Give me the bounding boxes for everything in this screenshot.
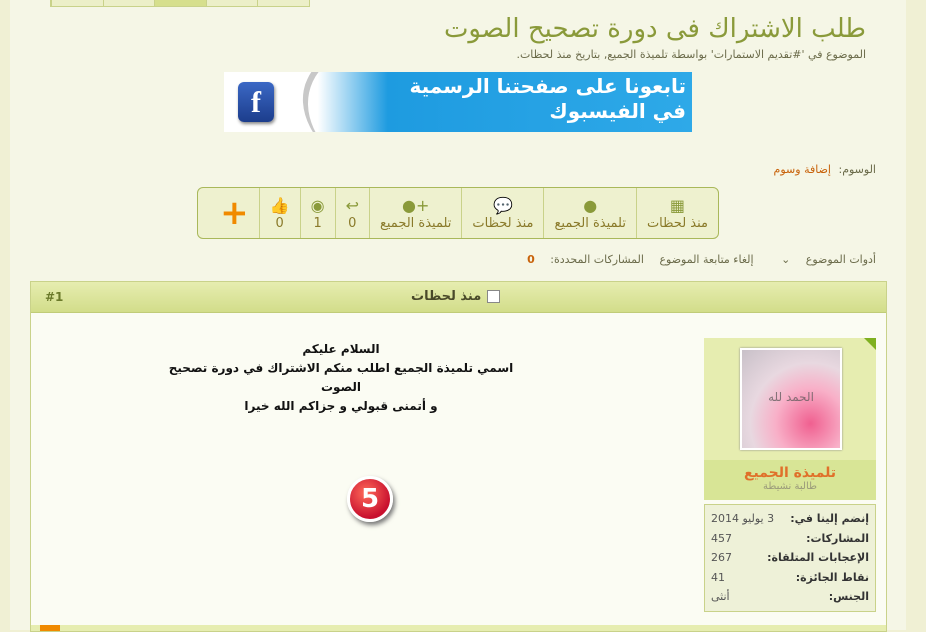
user-stat-key: الإعجابات المتلقاة: <box>767 551 869 564</box>
user-stat-key: المشاركات: <box>806 531 869 545</box>
top-tabs <box>50 0 310 7</box>
comment-icon: 💬 <box>492 195 513 215</box>
stat-last-poster-value: تلميذة الجميع <box>379 215 452 231</box>
user-stat-row: نقاط الجائزة: 41 <box>711 568 869 588</box>
post-time-row: منذ لحظات <box>411 289 501 304</box>
stat-last-reply: 💬 منذ لحظات <box>461 188 543 238</box>
stat-last-poster[interactable]: ●+ تلميذة الجميع <box>368 188 461 238</box>
thread-tools-label: أدوات الموضوع <box>805 253 876 266</box>
post-header: #1 منذ لحظات <box>31 282 886 313</box>
tab-5[interactable] <box>257 0 309 6</box>
post-action-button[interactable] <box>40 625 60 631</box>
stat-last-reply-value: منذ لحظات <box>472 215 534 231</box>
calendar-icon: ▦ <box>669 195 686 215</box>
selected-posts-count: 0 <box>527 253 535 266</box>
user-name[interactable]: تلميذة الجميع <box>704 460 876 481</box>
page-title: طلب الاشتراك فى دورة تصحيح الصوت <box>443 14 866 44</box>
page: طلب الاشتراك فى دورة تصحيح الصوت الموضوع… <box>10 0 906 632</box>
user-stats: إنضم إلينا في: 3 يوليو 2014 المشاركات: 457… <box>704 504 876 612</box>
stat-views-value: 1 <box>313 215 322 231</box>
user-stat-row: الإعجابات المتلقاة: 267 <box>711 548 869 568</box>
online-indicator <box>864 338 876 350</box>
user-stat-value: 267 <box>711 551 732 564</box>
topic-meta: الموضوع في '#تقديم الاستمارات' بواسطة تل… <box>516 48 866 61</box>
stat-replies: ↩ 0 <box>334 188 369 238</box>
stat-views: ◉ 1 <box>299 188 335 238</box>
stat-replies-value: 0 <box>348 215 357 231</box>
add-tags-link[interactable]: إضافة وسوم <box>774 163 831 176</box>
select-post-checkbox[interactable] <box>487 290 501 303</box>
stat-likes: 👍 0 <box>258 188 300 238</box>
user-icon: ● <box>583 195 598 215</box>
eye-icon: ◉ <box>310 195 325 215</box>
stat-likes-value: 0 <box>275 215 284 231</box>
stat-date-value: منذ لحظات <box>646 215 708 231</box>
post-footer <box>31 625 886 631</box>
stat-author[interactable]: ● تلميذة الجميع <box>543 188 635 238</box>
post-time: منذ لحظات <box>411 289 482 304</box>
tab-2[interactable] <box>102 0 155 6</box>
banner-line-2: في الفيسبوك <box>549 99 686 123</box>
user-stat-value: 457 <box>711 531 732 545</box>
thread-stats: ▦ منذ لحظات ● تلميذة الجميع 💬 منذ لحظات … <box>197 187 719 239</box>
reply-icon: ↩ <box>345 195 359 215</box>
facebook-icon: f <box>238 82 274 122</box>
user-avatar-area: الحمد لله <box>704 338 876 460</box>
tab-3[interactable] <box>154 0 206 6</box>
post: #1 منذ لحظات السلام عليكم اسمي تلميذة ال… <box>30 281 887 632</box>
selected-posts-label: المشاركات المحددة: <box>550 253 644 266</box>
user-stat-row: الجنس: أنثى <box>711 587 869 607</box>
user-stat-key: نقاط الجائزة: <box>795 570 869 584</box>
banner-line-1: تابعونا على صفحتنا الرسمية <box>409 74 686 98</box>
stat-date: ▦ منذ لحظات <box>635 188 718 238</box>
message-line-1: السلام عليكم <box>302 342 380 356</box>
number-badge: 5 <box>347 476 393 522</box>
user-name-box: تلميذة الجميع طالبة نشيطة <box>704 460 876 500</box>
user-info-panel: الحمد لله تلميذة الجميع طالبة نشيطة إنضم… <box>704 338 876 612</box>
add-button[interactable]: + <box>210 188 259 238</box>
tags-row: الوسوم: إضافة وسوم <box>774 163 876 176</box>
user-stat-value: 41 <box>711 570 725 584</box>
tab-4[interactable] <box>205 0 258 6</box>
banner-text: تابعونا على صفحتنا الرسمية في الفيسبوك <box>410 74 686 124</box>
post-number[interactable]: #1 <box>45 290 63 304</box>
post-message: السلام عليكم اسمي تلميذة الجميع اطلب منك… <box>161 340 521 416</box>
tags-label: الوسوم: <box>838 163 876 176</box>
user-stat-key: الجنس: <box>828 590 869 603</box>
thumbs-up-icon: 👍 <box>269 195 290 215</box>
thread-tools: أدوات الموضوع ⌄ إلغاء متابعة الموضوع الم… <box>503 253 876 266</box>
user-rank: طالبة نشيطة <box>763 481 817 492</box>
thread-tools-menu[interactable]: أدوات الموضوع ⌄ <box>769 253 876 266</box>
message-line-3: و أتمنى قبولي و جزاكم الله خيرا <box>244 399 438 413</box>
avatar-calligraphy: الحمد لله <box>768 390 814 404</box>
avatar[interactable]: الحمد لله <box>740 348 842 450</box>
unwatch-link[interactable]: إلغاء متابعة الموضوع <box>659 253 753 266</box>
user-stat-value: أنثى <box>711 590 730 603</box>
selected-posts: المشاركات المحددة: 0 <box>515 253 644 266</box>
chevron-down-icon: ⌄ <box>781 253 791 266</box>
user-stat-row: المشاركات: 457 <box>711 529 869 549</box>
facebook-banner[interactable]: f تابعونا على صفحتنا الرسمية في الفيسبوك <box>224 72 692 132</box>
stat-author-value: تلميذة الجميع <box>554 215 626 231</box>
user-plus-icon: ●+ <box>402 195 430 215</box>
tab-1[interactable] <box>51 0 103 6</box>
user-stat-value: 3 يوليو 2014 <box>711 512 775 525</box>
message-line-2: اسمي تلميذة الجميع اطلب منكم الاشتراك في… <box>168 361 514 394</box>
user-stat-key: إنضم إلينا في: <box>790 512 869 525</box>
user-stat-row: إنضم إلينا في: 3 يوليو 2014 <box>711 509 869 529</box>
